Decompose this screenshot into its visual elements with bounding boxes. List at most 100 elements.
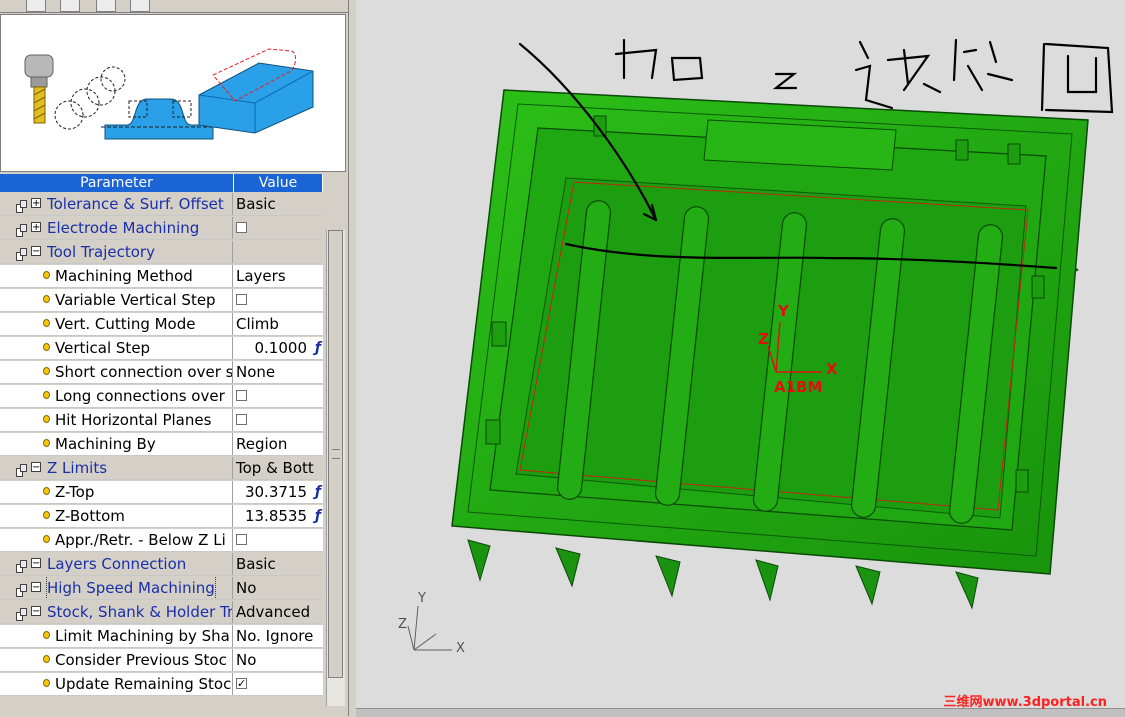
parameter-name-cell: Update Remaining Stoc xyxy=(0,673,233,695)
parameter-row[interactable]: Machining Method Layers xyxy=(0,265,323,288)
parameter-value-cell[interactable] xyxy=(234,241,323,263)
parameter-value-cell[interactable]: None xyxy=(234,361,323,383)
parameter-label: Layers Connection xyxy=(47,555,187,573)
property-group-icon xyxy=(16,245,27,261)
parameter-checkbox[interactable] xyxy=(236,293,247,305)
watermark: 三维网www.3dportal.cn xyxy=(943,695,1107,710)
parameter-label: Update Remaining Stoc xyxy=(55,675,232,693)
parameter-value: Top & Bott xyxy=(236,459,314,477)
parameter-name-cell: Long connections over xyxy=(0,385,233,407)
parameter-value-cell[interactable]: No. Ignore xyxy=(234,625,323,647)
parameter-value-cell[interactable]: 0.1000 ƒ xyxy=(234,337,323,359)
parameter-row[interactable]: Short connection over s None xyxy=(0,361,323,384)
column-header-value[interactable]: Value xyxy=(234,174,323,192)
parameter-row[interactable]: Update Remaining Stoc ✓ xyxy=(0,673,323,696)
parameter-name-cell: Hit Horizontal Planes xyxy=(0,409,233,431)
parameter-bulb-icon xyxy=(43,655,50,663)
cad-model-view[interactable]: Y Z X A1BM Y Z X xyxy=(356,0,1125,716)
parameter-group-row[interactable]: − High Speed Machining No xyxy=(0,577,323,600)
parameter-value-cell[interactable]: Advanced xyxy=(234,601,323,623)
parameter-label: Z-Bottom xyxy=(55,507,125,525)
toolbar-button-4[interactable] xyxy=(130,0,150,12)
parameter-value-cell[interactable]: ✓ xyxy=(234,673,323,695)
parameter-group-row[interactable]: − Tool Trajectory xyxy=(0,241,323,264)
parameter-label: Short connection over s xyxy=(55,363,233,381)
parameter-label: Limit Machining by Sha xyxy=(55,627,230,645)
parameter-value-cell[interactable]: Basic xyxy=(234,193,323,215)
parameter-name-cell: − High Speed Machining xyxy=(0,577,233,599)
3d-viewport[interactable]: Y Z X A1BM Y Z X xyxy=(356,0,1125,716)
parameter-name-cell: Vertical Step xyxy=(0,337,233,359)
parameter-bulb-icon xyxy=(43,295,50,303)
toolbar-button-2[interactable] xyxy=(60,0,80,12)
parameter-name-cell: Vert. Cutting Mode xyxy=(0,313,233,335)
parameter-name-cell: Z-Bottom xyxy=(0,505,233,527)
parameter-row[interactable]: Z-Top 30.3715 ƒ xyxy=(0,481,323,504)
parameter-group-row[interactable]: + Tolerance & Surf. Offset Basic xyxy=(0,193,323,216)
parameter-value-cell[interactable]: Top & Bott xyxy=(234,457,323,479)
parameter-value-cell[interactable]: Region xyxy=(234,433,323,455)
parameter-group-row[interactable]: − Stock, Shank & Holder Tr Advanced xyxy=(0,601,323,624)
parameter-value-cell[interactable] xyxy=(234,217,323,239)
parameter-value-cell[interactable]: Basic xyxy=(234,553,323,575)
parameter-checkbox[interactable]: ✓ xyxy=(236,677,247,689)
milling-illustration-icon xyxy=(24,48,314,140)
toolbar-button-3[interactable] xyxy=(96,0,116,12)
parameter-label: Vert. Cutting Mode xyxy=(55,315,196,333)
parameter-label: Hit Horizontal Planes xyxy=(55,411,212,429)
triad-y-label: Y xyxy=(417,591,426,606)
formula-icon[interactable]: ƒ xyxy=(315,337,321,359)
parameter-group-row[interactable]: + Electrode Machining xyxy=(0,217,323,240)
parameter-checkbox[interactable] xyxy=(236,533,247,545)
parameter-row[interactable]: Z-Bottom 13.8535 ƒ xyxy=(0,505,323,528)
parameter-value-cell[interactable]: 13.8535 ƒ xyxy=(234,505,323,527)
parameter-checkbox[interactable] xyxy=(236,389,247,401)
parameter-row[interactable]: Vertical Step 0.1000 ƒ xyxy=(0,337,323,360)
parameter-bulb-icon xyxy=(43,271,50,279)
collapse-icon[interactable]: − xyxy=(31,558,41,569)
parameter-name-cell: Appr./Retr. - Below Z Li xyxy=(0,529,233,551)
column-header-parameter[interactable]: Parameter xyxy=(0,174,234,192)
parameter-group-row[interactable]: − Z Limits Top & Bott xyxy=(0,457,323,480)
parameter-row[interactable]: Hit Horizontal Planes xyxy=(0,409,323,432)
parameter-bulb-icon xyxy=(43,679,50,687)
parameter-bulb-icon xyxy=(43,415,50,423)
property-group-icon xyxy=(16,605,27,621)
parameters-panel: Parameter Value + Tolerance & Surf. Offse… xyxy=(0,0,349,716)
expand-icon[interactable]: + xyxy=(31,222,41,233)
formula-icon[interactable]: ƒ xyxy=(315,505,321,527)
parameter-value-cell[interactable]: No xyxy=(234,577,323,599)
parameter-value-cell[interactable]: Layers xyxy=(234,265,323,287)
parameter-value-cell[interactable] xyxy=(234,385,323,407)
formula-icon[interactable]: ƒ xyxy=(315,481,321,503)
parameter-row[interactable]: Consider Previous Stoc No xyxy=(0,649,323,672)
collapse-icon[interactable]: − xyxy=(31,582,41,593)
grid-header: Parameter Value xyxy=(0,174,323,192)
parameter-row[interactable]: Vert. Cutting Mode Climb xyxy=(0,313,323,336)
parameter-row[interactable]: Limit Machining by Sha No. Ignore xyxy=(0,625,323,648)
parameter-group-row[interactable]: − Layers Connection Basic xyxy=(0,553,323,576)
scrollbar-thumb[interactable] xyxy=(328,230,343,678)
collapse-icon[interactable]: − xyxy=(31,246,41,257)
parameter-value-cell[interactable] xyxy=(234,529,323,551)
parameter-checkbox[interactable] xyxy=(236,221,247,233)
collapse-icon[interactable]: − xyxy=(31,606,41,617)
parameter-value-cell[interactable] xyxy=(234,289,323,311)
collapse-icon[interactable]: − xyxy=(31,462,41,473)
parameter-checkbox[interactable] xyxy=(236,413,247,425)
triad-x-label: X xyxy=(456,641,465,656)
parameter-row[interactable]: Appr./Retr. - Below Z Li xyxy=(0,529,323,552)
vertical-scrollbar[interactable] xyxy=(326,230,345,706)
toolbar-button-1[interactable] xyxy=(26,0,46,12)
parameter-bulb-icon xyxy=(43,511,50,519)
parameter-value-cell[interactable] xyxy=(234,409,323,431)
parameter-value-cell[interactable]: 30.3715 ƒ xyxy=(234,481,323,503)
parameter-value-cell[interactable]: Climb xyxy=(234,313,323,335)
parameter-row[interactable]: Machining By Region xyxy=(0,433,323,456)
expand-icon[interactable]: + xyxy=(31,198,41,209)
parameter-value-cell[interactable]: No xyxy=(234,649,323,671)
parameter-value: No xyxy=(236,579,257,597)
parameter-row[interactable]: Variable Vertical Step xyxy=(0,289,323,312)
ucs-y-label: Y xyxy=(777,302,790,320)
parameter-row[interactable]: Long connections over xyxy=(0,385,323,408)
